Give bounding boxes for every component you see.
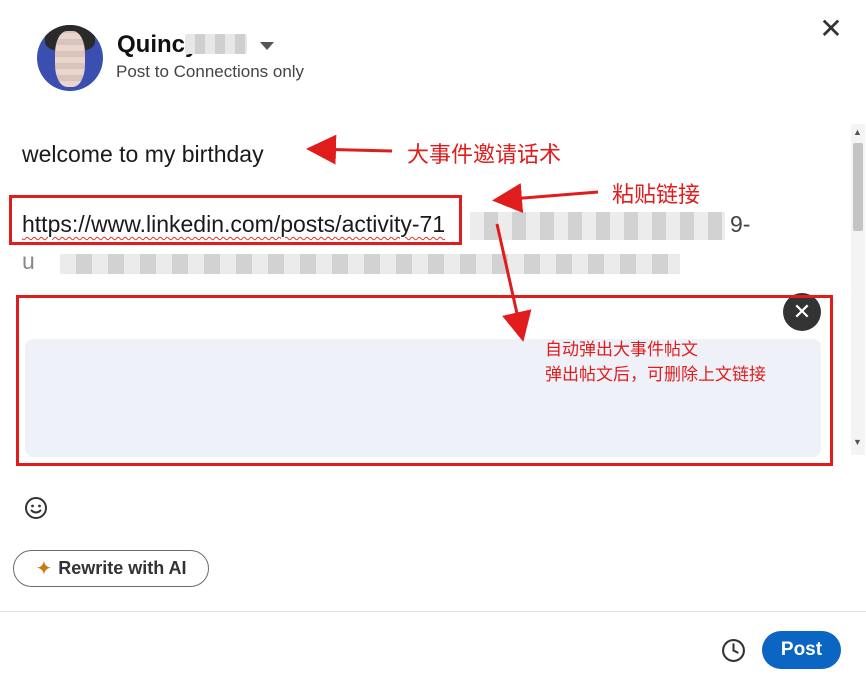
sparkle-icon: ✦ [35,558,53,580]
rewrite-with-ai-label: Rewrite with AI [58,558,187,578]
annotation-label-preview: 自动弹出大事件帖文 弹出帖文后，可删除上文链接 [545,338,766,388]
footer-divider [0,611,866,612]
smiley-icon[interactable] [24,496,48,520]
post-button[interactable]: Post [762,631,841,669]
clock-icon[interactable] [721,638,746,663]
annotation-label-invite: 大事件邀请话术 [407,143,562,168]
annotation-label-preview-line2: 弹出帖文后，可删除上文链接 [545,365,766,385]
rewrite-with-ai-button[interactable]: ✦ Rewrite with AI [13,550,209,587]
annotation-label-paste: 粘贴链接 [612,183,701,208]
annotation-label-preview-line1: 自动弹出大事件帖文 [545,340,698,360]
